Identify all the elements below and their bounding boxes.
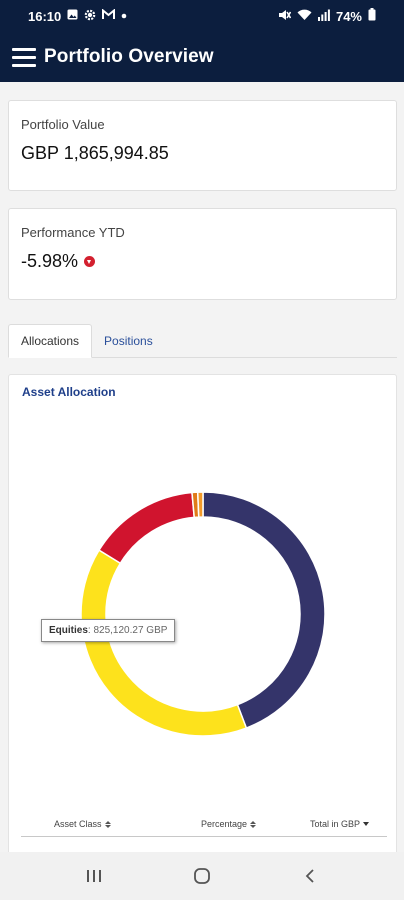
tooltip-value: : 825,120.27 GBP [87, 625, 168, 636]
performance-label: Performance YTD [21, 225, 125, 240]
allocation-table-header: Asset Class Percentage Total in GBP [21, 817, 387, 837]
down-arrow-circle-icon [84, 256, 96, 267]
performance-card: Performance YTD -5.98% [8, 208, 397, 300]
performance-value-row: -5.98% [21, 251, 96, 272]
donut-slice-0[interactable] [202, 491, 326, 730]
dot-icon [121, 11, 127, 22]
caret-down-icon [363, 822, 370, 826]
column-header-percentage[interactable]: Percentage [201, 819, 257, 829]
tab-positions[interactable]: Positions [92, 324, 165, 358]
hamburger-menu-icon[interactable] [4, 37, 44, 77]
image-icon [67, 9, 78, 23]
status-time: 16:10 [28, 8, 62, 24]
donut-slice-1[interactable] [80, 549, 248, 737]
page-title: Portfolio Overview [44, 46, 214, 67]
back-icon[interactable] [280, 856, 340, 896]
column-header-total-gbp[interactable]: Total in GBP [310, 819, 370, 829]
signal-icon [317, 9, 330, 24]
portfolio-value-amount: GBP 1,865,994.85 [21, 143, 169, 163]
status-bar: 16:10 74% [0, 0, 404, 32]
tab-bar: Allocations Positions [8, 324, 397, 358]
column-label: Percentage [201, 819, 248, 829]
chart-tooltip: Equities: 825,120.27 GBP [41, 619, 176, 642]
sort-icon [250, 820, 257, 828]
asset-allocation-donut-chart [80, 491, 326, 737]
tab-allocations[interactable]: Allocations [8, 324, 93, 358]
app-bar: Portfolio Overview [0, 32, 404, 82]
sort-icon [104, 820, 111, 828]
asset-allocation-card: Asset Allocation Equities: 825,120.27 GB… [8, 374, 397, 864]
column-label: Asset Class [54, 819, 102, 829]
tooltip-label: Equities [49, 625, 88, 636]
wifi-icon [297, 9, 312, 24]
performance-value: -5.98% [21, 251, 79, 271]
battery-percent: 74% [335, 8, 362, 24]
gear-icon [84, 9, 96, 24]
home-icon[interactable] [172, 856, 232, 896]
column-header-asset-class[interactable]: Asset Class [54, 819, 111, 829]
system-nav-bar [0, 852, 404, 900]
portfolio-value-card: Portfolio Value GBP 1,865,994.85 [8, 100, 397, 191]
portfolio-value-label: Portfolio Value [21, 117, 105, 132]
battery-icon [368, 8, 376, 24]
donut-slice-4[interactable] [196, 491, 204, 518]
mute-icon [278, 9, 292, 24]
donut-slice-2[interactable] [98, 491, 196, 565]
column-label: Total in GBP [310, 819, 361, 829]
gmail-icon [102, 8, 116, 23]
recent-apps-icon[interactable] [64, 856, 124, 896]
